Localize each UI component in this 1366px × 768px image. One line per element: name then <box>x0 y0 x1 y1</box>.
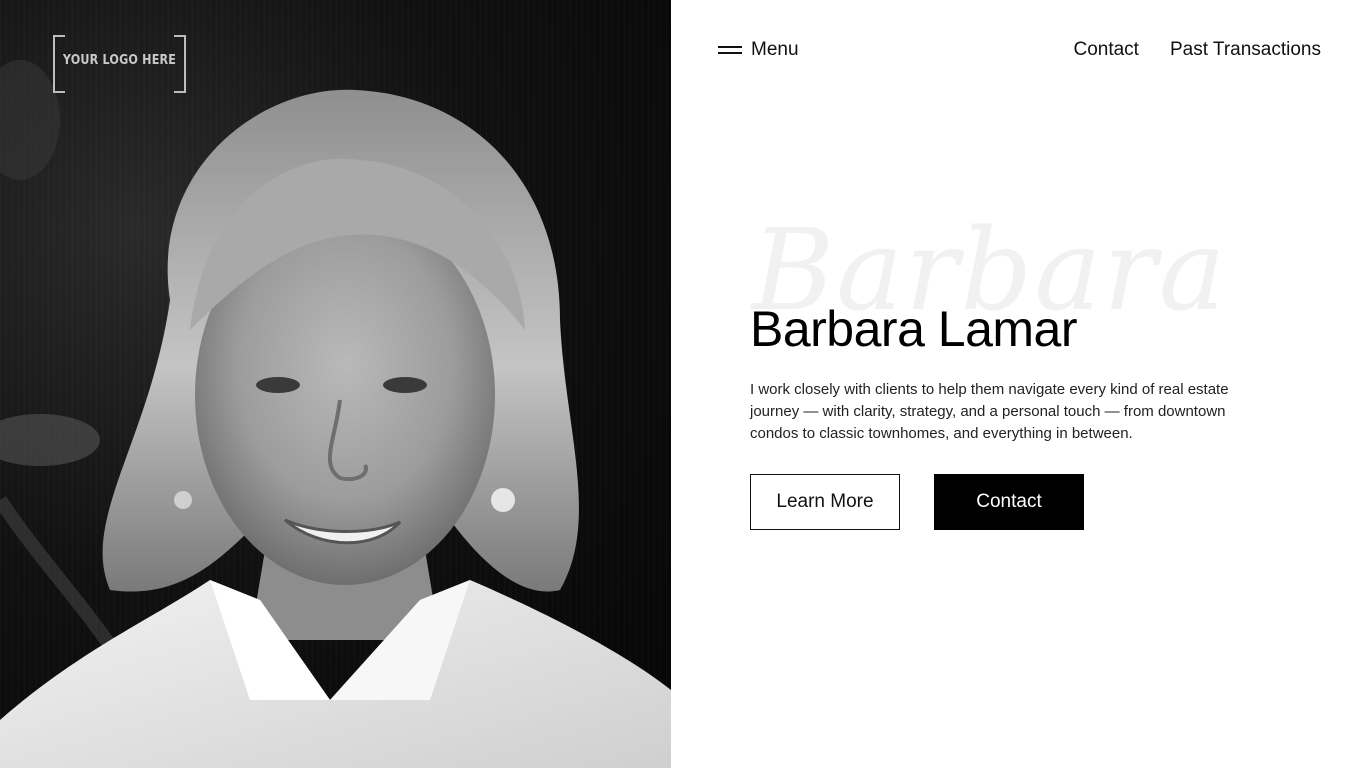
learn-more-button[interactable]: Learn More <box>750 474 900 530</box>
menu-button[interactable]: Menu <box>718 36 799 64</box>
contact-button[interactable]: Contact <box>934 474 1084 530</box>
logo[interactable]: YOUR LOGO HERE <box>53 35 186 93</box>
nav-link-past-transactions[interactable]: Past Transactions <box>1170 39 1321 61</box>
hamburger-menu-icon <box>718 45 742 55</box>
hero-title: Barbara Lamar <box>750 301 1078 357</box>
portrait-photo-panel: YOUR LOGO HERE <box>0 0 671 768</box>
nav-link-contact[interactable]: Contact <box>1073 39 1138 61</box>
logo-text: YOUR LOGO HERE <box>62 53 177 68</box>
hero-description: I work closely with clients to help them… <box>750 381 1229 442</box>
top-nav: Contact Past Transactions <box>1073 36 1321 64</box>
menu-label: Menu <box>751 39 799 60</box>
portrait-image <box>0 60 671 768</box>
